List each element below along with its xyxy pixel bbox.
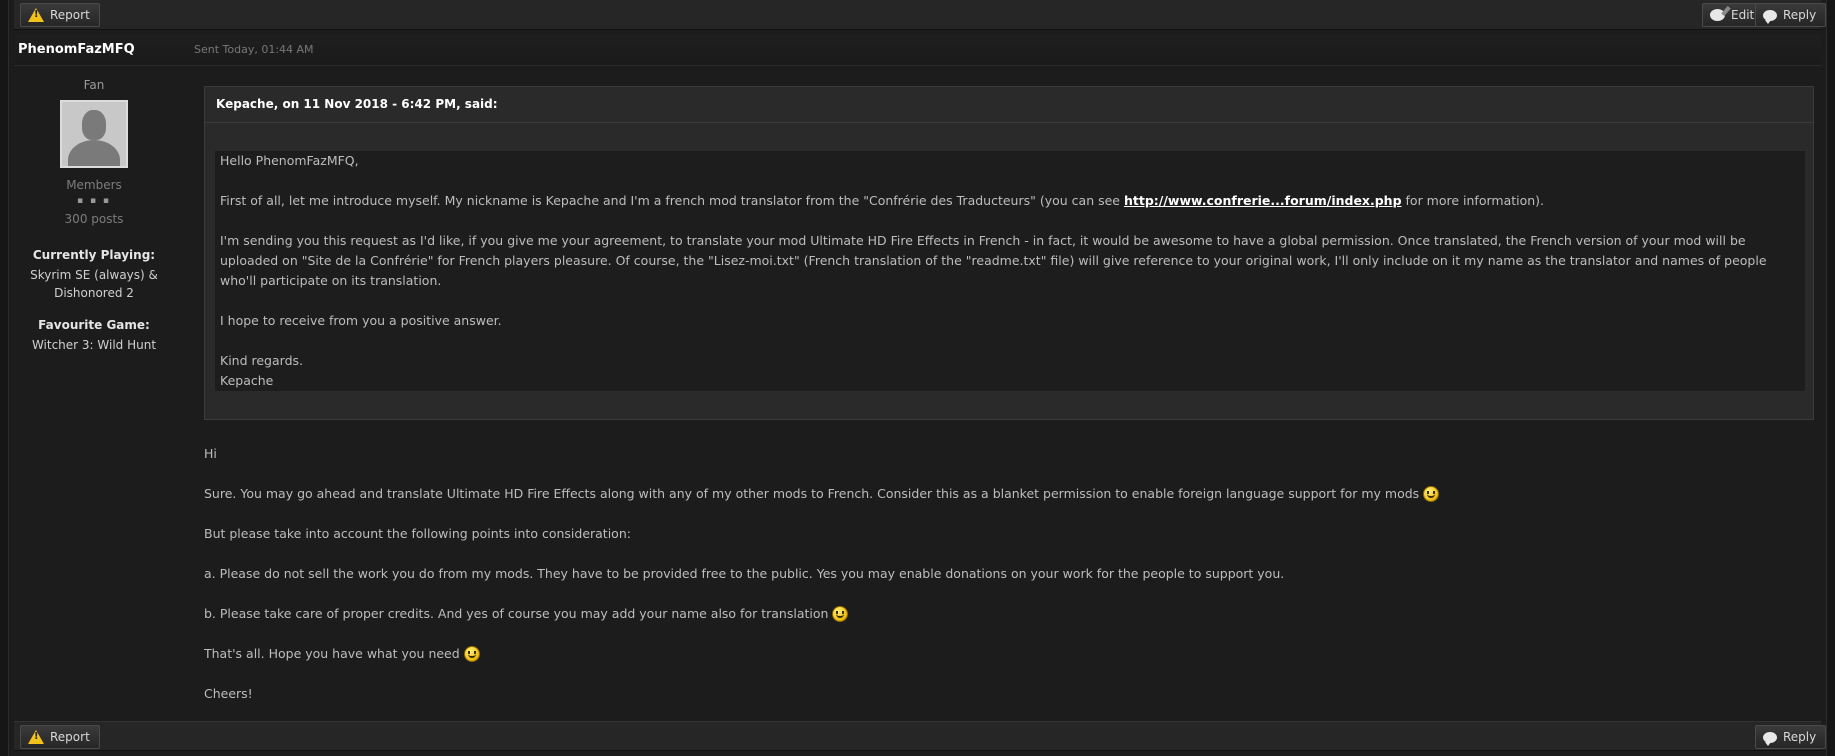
warning-icon [28,730,44,744]
quote-signature: Kepache [220,373,274,388]
reply-paragraph-3: But please take into account the followi… [204,526,631,541]
reply-p2-text: Sure. You may go ahead and translate Ult… [204,486,1420,501]
author-rank: Fan [83,78,105,92]
quote-citation: Kepache, on 11 Nov 2018 - 6:42 PM, said: [205,87,1813,123]
reply-body: Hi Sure. You may go ahead and translate … [204,444,1804,724]
reply-paragraph-2: Sure. You may go ahead and translate Ult… [204,484,1804,504]
favourite-game-value: Witcher 3: Wild Hunt [31,338,157,352]
report-label: Report [50,730,90,744]
report-button[interactable]: Report [20,3,100,27]
speech-bubble-icon [1763,731,1777,746]
author-username[interactable]: PhenomFazMFQ [18,42,135,57]
warning-icon [28,8,44,22]
quote-paragraph-1: First of all, let me introduce myself. M… [220,191,1805,211]
smiley-icon [463,646,480,662]
report-button-bottom[interactable]: Report [20,725,100,749]
avatar-head-icon [82,110,106,140]
reply-paragraph-4: a. Please do not sell the work you do fr… [204,566,1285,581]
quote-greeting: Hello PhenomFazMFQ, [220,153,359,168]
smiley-icon [1423,486,1440,502]
confrerie-link[interactable]: http://www.confrerie...forum/index.php [1124,193,1402,208]
quote-body: Hello PhenomFazMFQ, First of all, let me… [215,151,1805,391]
reply-paragraph-5: b. Please take care of proper credits. A… [204,604,1804,624]
reply-button-bottom[interactable]: Reply [1755,725,1827,749]
reply-paragraph-6: That's all. Hope you have what you need [204,644,1804,664]
currently-playing-line2: Dishonored 2 [54,286,134,300]
smiley-icon [832,606,849,622]
speech-bubble-icon [1763,9,1777,24]
report-label: Report [50,8,90,22]
currently-playing-value: Skyrim SE (always) & Dishonored 2 [14,266,174,302]
reply-paragraph-7: Cheers! [204,686,253,701]
bottom-action-bar: Report Reply [14,721,1827,751]
author-group: Members [66,178,122,192]
edit-icon [1710,9,1725,21]
reply-label: Reply [1783,730,1817,744]
currently-playing-line1: Skyrim SE (always) & [30,268,158,282]
sent-timestamp: Sent Today, 01:44 AM [194,43,314,56]
post-header: PhenomFazMFQ Sent Today, 01:44 AM [14,35,1821,66]
quote-closing: Kind regards. [220,353,303,368]
currently-playing-label: Currently Playing: [32,248,156,262]
author-sidebar: Fan Members ▪ ▪ ▪ 300 posts Currently Pl… [14,70,174,354]
quote-p1-tail: for more information). [1401,193,1545,208]
favourite-game-label: Favourite Game: [38,318,150,332]
edit-label: Edit [1731,8,1755,22]
avatar-body-icon [68,140,120,166]
reply-p5-text: b. Please take care of proper credits. A… [204,606,829,621]
reply-p6-text: That's all. Hope you have what you need [204,646,460,661]
post-count: 300 posts [64,212,124,226]
reply-label: Reply [1783,8,1817,22]
quote-p1-text: First of all, let me introduce myself. M… [220,193,1124,208]
avatar[interactable] [60,100,128,168]
reply-paragraph-1: Hi [204,446,217,461]
quote-paragraph-2: I'm sending you this request as I'd like… [220,233,1767,288]
quote-block: Kepache, on 11 Nov 2018 - 6:42 PM, said:… [204,86,1814,420]
top-action-bar: Report Edit Reply [14,0,1827,30]
rank-pips-icon: ▪ ▪ ▪ [76,196,112,206]
quote-paragraph-3: I hope to receive from you a positive an… [220,313,502,328]
reply-button[interactable]: Reply [1755,3,1827,27]
